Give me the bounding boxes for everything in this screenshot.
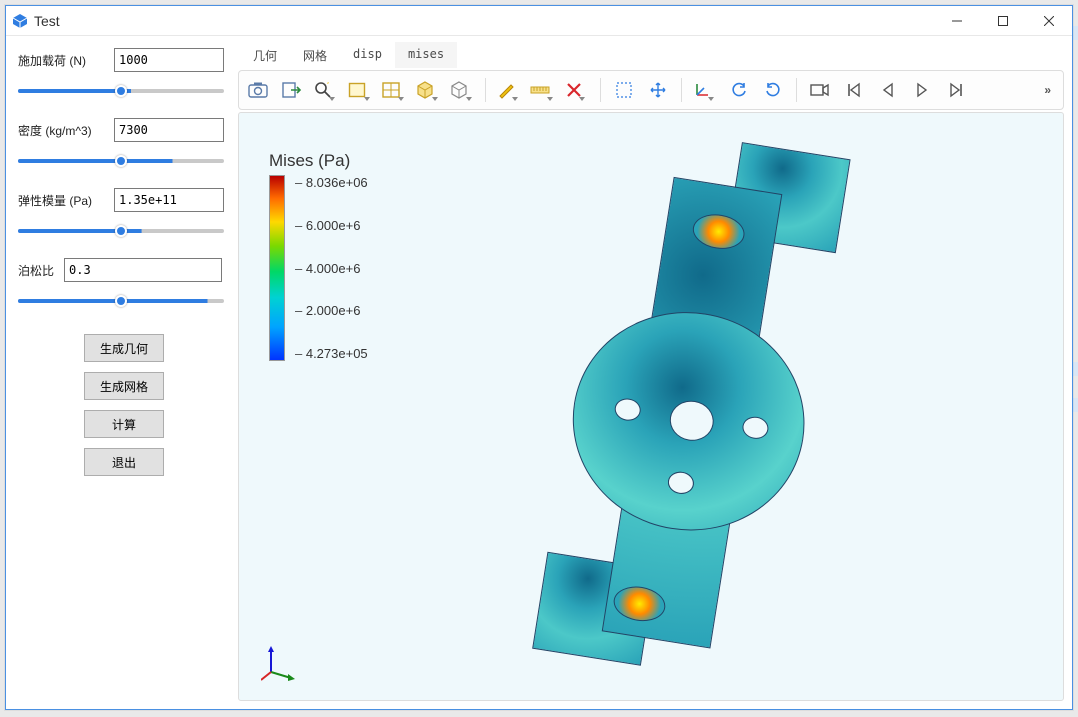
colorbar: Mises (Pa) 8.036e+06 6.000e+6 4.000e+6 2…: [269, 151, 368, 361]
box-wire-icon[interactable]: [447, 75, 477, 105]
window-controls: [934, 6, 1072, 36]
load-slider[interactable]: [18, 89, 224, 93]
multi-view-icon[interactable]: [379, 75, 409, 105]
colorbar-min: 4.273e+05: [295, 346, 368, 361]
zoom-icon[interactable]: [311, 75, 341, 105]
viewport-zone: 几何 网格 disp mises: [236, 40, 1066, 703]
orientation-triad-icon: [261, 642, 301, 682]
play-forward-icon[interactable]: [907, 75, 937, 105]
compute-button[interactable]: 计算: [84, 410, 164, 438]
fit-view-icon[interactable]: [345, 75, 375, 105]
youngs-input[interactable]: [114, 188, 224, 212]
colorbar-tick: 6.000e+6: [295, 218, 368, 233]
colorbar-title: Mises (Pa): [269, 151, 368, 171]
pan-icon[interactable]: [643, 75, 673, 105]
screenshot-icon[interactable]: [243, 75, 273, 105]
minimize-button[interactable]: [934, 6, 980, 36]
colorbar-labels: 8.036e+06 6.000e+6 4.000e+6 2.000e+6 4.2…: [295, 175, 368, 361]
camera-record-icon[interactable]: [805, 75, 835, 105]
generate-mesh-button[interactable]: 生成网格: [84, 372, 164, 400]
colorbar-gradient: [269, 175, 285, 361]
rotate-cw-icon[interactable]: [758, 75, 788, 105]
exit-button[interactable]: 退出: [84, 448, 164, 476]
maximize-button[interactable]: [980, 6, 1026, 36]
density-input[interactable]: [114, 118, 224, 142]
colorbar-tick: 2.000e+6: [295, 303, 368, 318]
colorbar-max: 8.036e+06: [295, 175, 368, 190]
select-area-icon[interactable]: [609, 75, 639, 105]
result-tabs: 几何 网格 disp mises: [236, 40, 1066, 68]
tab-mesh[interactable]: 网格: [290, 42, 340, 68]
tab-mises[interactable]: mises: [395, 42, 457, 68]
fea-result-model: [509, 124, 880, 701]
app-icon: [12, 13, 28, 29]
density-slider[interactable]: [18, 159, 224, 163]
generate-geometry-button[interactable]: 生成几何: [84, 334, 164, 362]
poisson-slider[interactable]: [18, 299, 224, 303]
toolbar-overflow-icon[interactable]: »: [1036, 83, 1059, 97]
tab-disp[interactable]: disp: [340, 42, 395, 68]
close-button[interactable]: [1026, 6, 1072, 36]
parameter-panel: 施加载荷 (N) 密度 (kg/m^3) 弹性模量 (Pa) 泊松比 生成几何 …: [12, 40, 230, 703]
rotate-ccw-icon[interactable]: [724, 75, 754, 105]
separator: [681, 78, 682, 102]
youngs-slider[interactable]: [18, 229, 224, 233]
skip-last-icon[interactable]: [941, 75, 971, 105]
play-back-icon[interactable]: [873, 75, 903, 105]
colorbar-tick: 4.000e+6: [295, 261, 368, 276]
box-icon[interactable]: [413, 75, 443, 105]
view-toolbar: »: [238, 70, 1064, 110]
poisson-input[interactable]: [64, 258, 222, 282]
title-bar[interactable]: Test: [6, 6, 1072, 36]
poisson-label: 泊松比: [18, 262, 54, 279]
export-icon[interactable]: [277, 75, 307, 105]
app-window: Test 施加载荷 (N) 密度 (kg/m^3) 弹性模量 (Pa): [5, 5, 1073, 710]
separator: [600, 78, 601, 102]
axis-triad-icon[interactable]: [690, 75, 720, 105]
separator: [485, 78, 486, 102]
brush-icon[interactable]: [494, 75, 524, 105]
separator: [796, 78, 797, 102]
render-viewport[interactable]: Mises (Pa) 8.036e+06 6.000e+6 4.000e+6 2…: [238, 112, 1064, 701]
load-input[interactable]: [114, 48, 224, 72]
skip-first-icon[interactable]: [839, 75, 869, 105]
content-area: 施加载荷 (N) 密度 (kg/m^3) 弹性模量 (Pa) 泊松比 生成几何 …: [6, 36, 1072, 709]
youngs-label: 弹性模量 (Pa): [18, 192, 92, 209]
density-label: 密度 (kg/m^3): [18, 122, 92, 139]
tab-geometry[interactable]: 几何: [240, 42, 290, 68]
ruler-icon[interactable]: [528, 75, 558, 105]
load-label: 施加载荷 (N): [18, 52, 86, 69]
window-title: Test: [34, 13, 60, 29]
delete-icon[interactable]: [562, 75, 592, 105]
